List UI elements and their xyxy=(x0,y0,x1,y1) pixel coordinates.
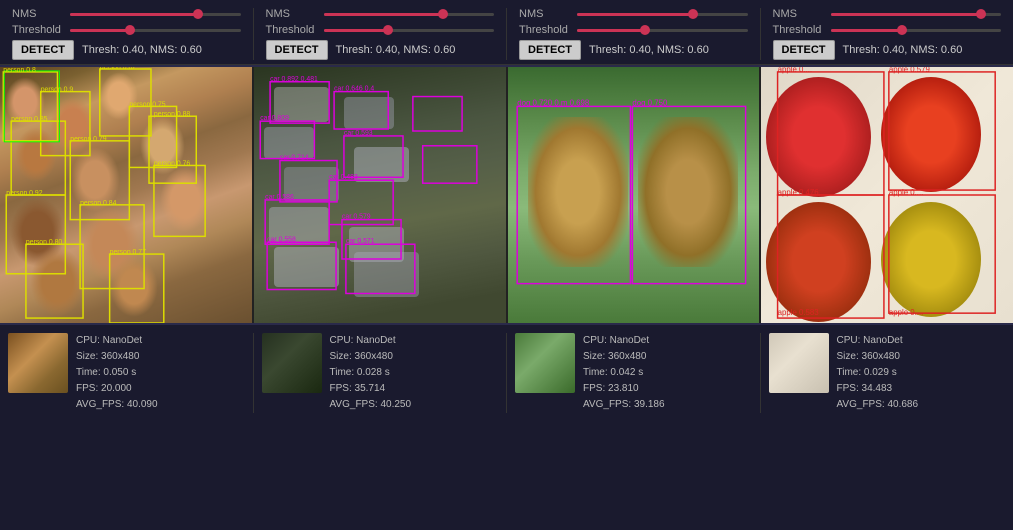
showcase-cars: car 0.892 0.481 car 0.809 car 0.714 car … xyxy=(254,67,508,323)
thumb-cpu-4: CPU: NanoDet xyxy=(837,333,919,349)
threshold-track-2[interactable] xyxy=(324,29,495,32)
thumb-item-3: CPU: NanoDet Size: 360x480 Time: 0.042 s… xyxy=(507,333,761,413)
nms-row-4: NMS xyxy=(773,8,1002,20)
threshold-label-3: Threshold xyxy=(519,24,577,36)
nms-row-1: NMS xyxy=(12,8,241,20)
nms-fill-4 xyxy=(831,13,981,16)
control-panel-3: NMS Threshold DETECT Thresh: 0.40, NMS: … xyxy=(507,8,761,60)
nms-thumb-4[interactable] xyxy=(976,9,986,19)
thumb-avgfps-3: AVG_FPS: 39.186 xyxy=(583,397,665,413)
thumb-info-4: CPU: NanoDet Size: 360x480 Time: 0.029 s… xyxy=(837,333,919,413)
nms-row-2: NMS xyxy=(266,8,495,20)
thresh-info-1: Thresh: 0.40, NMS: 0.60 xyxy=(82,44,202,56)
thresh-info-2: Thresh: 0.40, NMS: 0.60 xyxy=(336,44,456,56)
threshold-fill-3 xyxy=(577,29,645,32)
thumb-cpu-2: CPU: NanoDet xyxy=(330,333,412,349)
detect-row-3: DETECT Thresh: 0.40, NMS: 0.60 xyxy=(519,40,748,60)
thumb-info-1: CPU: NanoDet Size: 360x480 Time: 0.050 s… xyxy=(76,333,158,413)
thumb-info-2: CPU: NanoDet Size: 360x480 Time: 0.028 s… xyxy=(330,333,412,413)
threshold-thumb-1[interactable] xyxy=(125,25,135,35)
thumb-avgfps-4: AVG_FPS: 40.686 xyxy=(837,397,919,413)
image-showcase: person 0.8 person 0.9 person 0.82 person… xyxy=(0,65,1013,325)
threshold-track-1[interactable] xyxy=(70,29,241,32)
showcase-apples: apple 0.... apple 0.579 apple 0.476 appl… xyxy=(761,67,1013,323)
nms-track-2[interactable] xyxy=(324,13,495,16)
threshold-row-4: Threshold xyxy=(773,24,1002,36)
threshold-track-3[interactable] xyxy=(577,29,748,32)
thumb-avgfps-1: AVG_FPS: 40.090 xyxy=(76,397,158,413)
thumb-cpu-1: CPU: NanoDet xyxy=(76,333,158,349)
control-panel-1: NMS Threshold DETECT Thresh: 0.40, NMS: … xyxy=(0,8,254,60)
thumb-info-3: CPU: NanoDet Size: 360x480 Time: 0.042 s… xyxy=(583,333,665,413)
thumb-fps-3: FPS: 23.810 xyxy=(583,381,665,397)
detect-button-1[interactable]: DETECT xyxy=(12,40,74,60)
thumb-img-dogs xyxy=(515,333,575,393)
thumb-size-2: Size: 360x480 xyxy=(330,349,412,365)
nms-track-1[interactable] xyxy=(70,13,241,16)
thumb-size-1: Size: 360x480 xyxy=(76,349,158,365)
thumb-item-4: CPU: NanoDet Size: 360x480 Time: 0.029 s… xyxy=(761,333,1013,413)
nms-thumb-3[interactable] xyxy=(688,9,698,19)
thresh-info-3: Thresh: 0.40, NMS: 0.60 xyxy=(589,44,709,56)
thumb-time-3: Time: 0.042 s xyxy=(583,365,665,381)
thumb-item-2: CPU: NanoDet Size: 360x480 Time: 0.028 s… xyxy=(254,333,508,413)
threshold-row-1: Threshold xyxy=(12,24,241,36)
threshold-fill-1 xyxy=(70,29,130,32)
thresh-info-4: Thresh: 0.40, NMS: 0.60 xyxy=(843,44,963,56)
nms-thumb-1[interactable] xyxy=(193,9,203,19)
nms-label-4: NMS xyxy=(773,8,831,20)
thumb-fps-2: FPS: 35.714 xyxy=(330,381,412,397)
threshold-fill-4 xyxy=(831,29,903,32)
thumb-img-apples xyxy=(769,333,829,393)
thumb-fps-1: FPS: 20.000 xyxy=(76,381,158,397)
thumb-item-1: CPU: NanoDet Size: 360x480 Time: 0.050 s… xyxy=(0,333,254,413)
detect-row-1: DETECT Thresh: 0.40, NMS: 0.60 xyxy=(12,40,241,60)
threshold-thumb-2[interactable] xyxy=(383,25,393,35)
controls-bar: NMS Threshold DETECT Thresh: 0.40, NMS: … xyxy=(0,0,1013,65)
threshold-label-2: Threshold xyxy=(266,24,324,36)
thumb-img-cars xyxy=(262,333,322,393)
thumb-cpu-3: CPU: NanoDet xyxy=(583,333,665,349)
nms-fill-2 xyxy=(324,13,443,16)
thumb-time-4: Time: 0.029 s xyxy=(837,365,919,381)
control-panel-2: NMS Threshold DETECT Thresh: 0.40, NMS: … xyxy=(254,8,508,60)
detect-button-4[interactable]: DETECT xyxy=(773,40,835,60)
control-panel-4: NMS Threshold DETECT Thresh: 0.40, NMS: … xyxy=(761,8,1013,60)
thumb-avgfps-2: AVG_FPS: 40.250 xyxy=(330,397,412,413)
nms-track-4[interactable] xyxy=(831,13,1002,16)
detect-button-2[interactable]: DETECT xyxy=(266,40,328,60)
nms-fill-3 xyxy=(577,13,693,16)
thumb-size-3: Size: 360x480 xyxy=(583,349,665,365)
threshold-label-1: Threshold xyxy=(12,24,70,36)
thumb-time-1: Time: 0.050 s xyxy=(76,365,158,381)
threshold-thumb-3[interactable] xyxy=(640,25,650,35)
detect-row-4: DETECT Thresh: 0.40, NMS: 0.60 xyxy=(773,40,1002,60)
nms-row-3: NMS xyxy=(519,8,748,20)
thumb-size-4: Size: 360x480 xyxy=(837,349,919,365)
thumb-img-people xyxy=(8,333,68,393)
nms-label-3: NMS xyxy=(519,8,577,20)
threshold-track-4[interactable] xyxy=(831,29,1002,32)
nms-label-2: NMS xyxy=(266,8,324,20)
nms-track-3[interactable] xyxy=(577,13,748,16)
showcase-people: person 0.8 person 0.9 person 0.82 person… xyxy=(0,67,254,323)
detect-row-2: DETECT Thresh: 0.40, NMS: 0.60 xyxy=(266,40,495,60)
thumb-time-2: Time: 0.028 s xyxy=(330,365,412,381)
thumbnail-strip: CPU: NanoDet Size: 360x480 Time: 0.050 s… xyxy=(0,325,1013,421)
threshold-label-4: Threshold xyxy=(773,24,831,36)
detect-button-3[interactable]: DETECT xyxy=(519,40,581,60)
showcase-dogs: dog 0.720 0.m 0.698 dog 0.750 xyxy=(508,67,762,323)
threshold-thumb-4[interactable] xyxy=(897,25,907,35)
nms-label-1: NMS xyxy=(12,8,70,20)
nms-fill-1 xyxy=(70,13,198,16)
threshold-fill-2 xyxy=(324,29,389,32)
thumb-fps-4: FPS: 34.483 xyxy=(837,381,919,397)
nms-thumb-2[interactable] xyxy=(438,9,448,19)
threshold-row-2: Threshold xyxy=(266,24,495,36)
threshold-row-3: Threshold xyxy=(519,24,748,36)
